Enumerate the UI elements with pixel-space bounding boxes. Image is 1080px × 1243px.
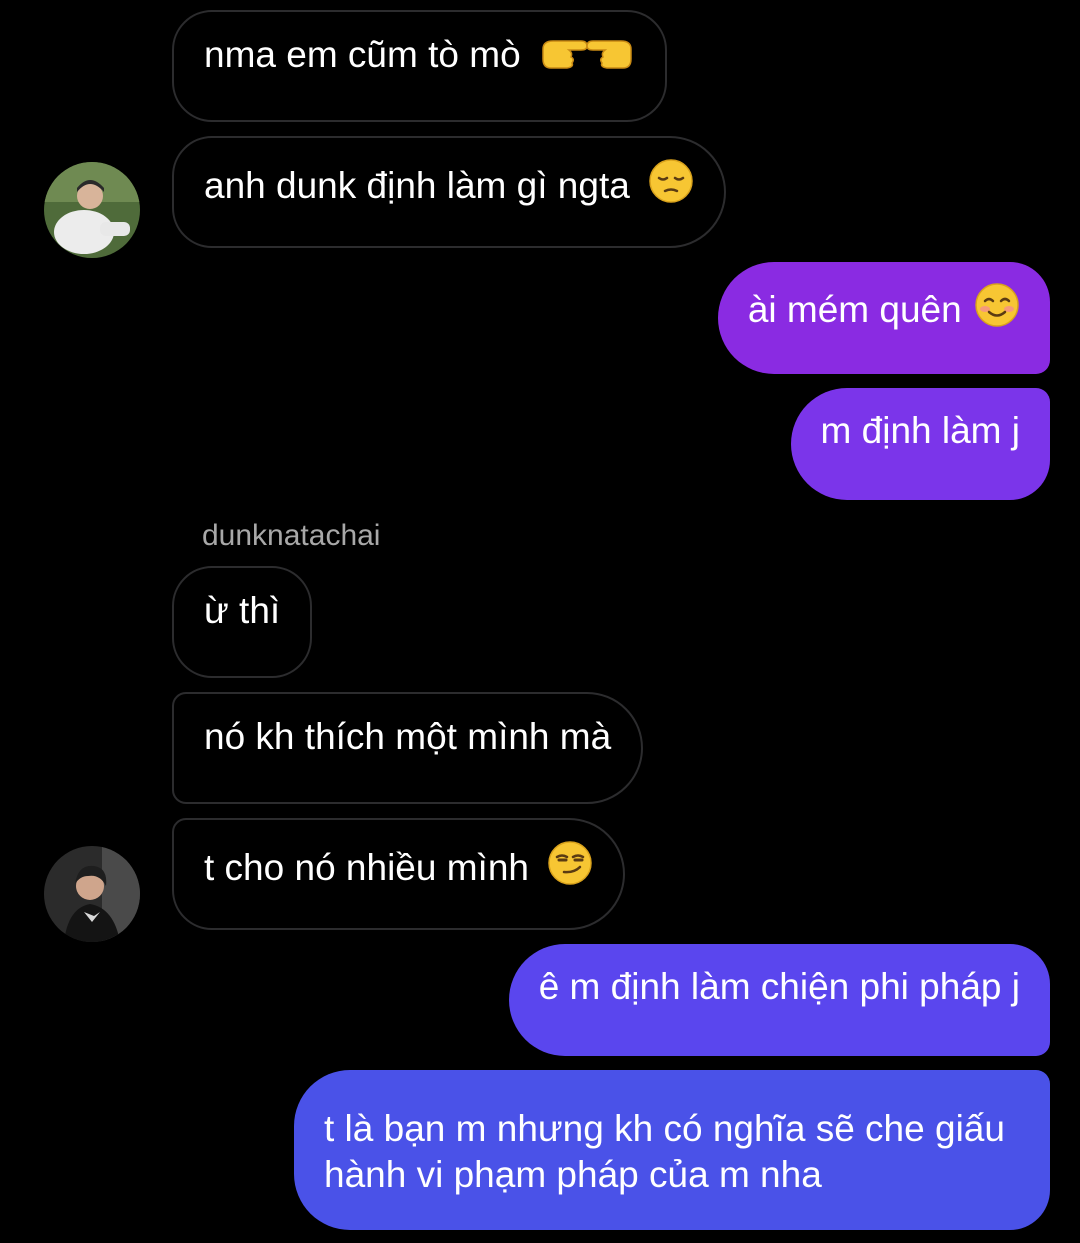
contact-avatar[interactable]	[44, 846, 140, 942]
message-text: m định làm j	[820, 410, 1020, 451]
outgoing-message-bubble[interactable]: ài mém quên	[717, 262, 1050, 374]
incoming-message-bubble[interactable]: nó kh thích một mình mà	[172, 692, 644, 804]
chat-thread: nma em cũm tò mò anh dunk định làm gì ng…	[0, 0, 1080, 1243]
sender-username: dunknatachai	[202, 519, 381, 552]
outgoing-message-bubble[interactable]: t là bạn m nhưng kh có nghĩa sẽ che giấu…	[294, 1070, 1050, 1230]
message-text: nma em cũm tò mò	[204, 34, 521, 75]
incoming-message-bubble[interactable]: ừ thì	[172, 566, 313, 678]
message-text: t cho nó nhiều mình	[204, 847, 529, 888]
contact-avatar[interactable]	[44, 162, 140, 258]
outgoing-message-bubble[interactable]: m định làm j	[790, 388, 1050, 500]
message-text: ừ thì	[204, 590, 281, 631]
message-text: t là bạn m nhưng kh có nghĩa sẽ che giấu…	[324, 1108, 1005, 1195]
message-text: ê m định làm chiện phi pháp j	[538, 966, 1020, 1007]
outgoing-message-bubble[interactable]: ê m định làm chiện phi pháp j	[508, 944, 1050, 1056]
smiling-blush-emoji-icon	[974, 282, 1020, 339]
smirking-face-emoji-icon	[547, 840, 593, 897]
pensive-face-emoji-icon	[648, 158, 694, 215]
message-text: nó kh thích một mình mà	[204, 716, 612, 757]
message-text: ài mém quên	[747, 289, 962, 330]
incoming-message-bubble[interactable]: t cho nó nhiều mình	[172, 818, 626, 930]
incoming-message-bubble[interactable]: anh dunk định làm gì ngta	[172, 136, 727, 248]
pointing-hands-emoji-icon	[539, 33, 635, 84]
message-text: anh dunk định làm gì ngta	[204, 165, 630, 206]
incoming-message-bubble[interactable]: nma em cũm tò mò	[172, 10, 667, 122]
